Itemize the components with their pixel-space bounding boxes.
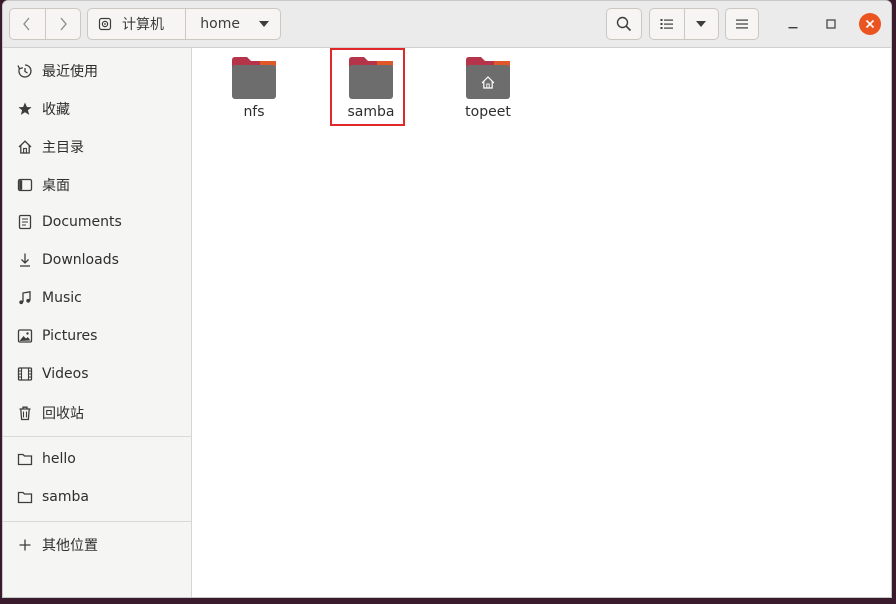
chevron-down-icon [259,21,269,27]
path-bar: 计算机 home [87,8,281,40]
header-bar: 计算机 home [3,1,891,48]
path-segment-label: home [200,16,240,32]
maximize-button[interactable] [820,13,842,35]
file-item-topeet[interactable]: topeet [443,56,533,120]
sidebar-divider [3,436,192,437]
view-options-button[interactable] [683,9,718,39]
path-segment-home[interactable]: home [186,9,280,39]
sidebar-item-label: samba [42,489,89,505]
sidebar-item-recent[interactable]: 最近使用 [3,53,192,89]
sidebar-divider [3,521,192,522]
picture-icon [17,328,33,344]
chevron-down-icon [696,21,707,27]
sidebar-item-label: 最近使用 [42,64,98,80]
sidebar-item-pictures[interactable]: Pictures [3,318,192,354]
download-icon [17,252,33,268]
clock-icon [17,63,33,79]
main-menu-button[interactable] [725,8,759,40]
file-manager-window: 计算机 home 最近使用 收藏 主目录 桌面 Documents Downlo… [2,0,892,598]
music-icon [17,290,33,306]
chevron-right-icon [60,17,67,31]
home-icon [17,139,33,155]
search-button[interactable] [606,8,642,40]
list-view-button[interactable] [650,9,684,39]
file-name: nfs [243,104,265,120]
path-segment-computer[interactable]: 计算机 [88,9,187,39]
sidebar-item-label: Music [42,290,82,306]
home-folder-icon [466,57,510,99]
desktop-icon [17,177,33,193]
sidebar-item-label: 主目录 [42,140,84,156]
minimize-button[interactable] [782,13,804,35]
star-icon [17,101,33,117]
sidebar-item-desktop[interactable]: 桌面 [3,167,192,203]
sidebar-item-starred[interactable]: 收藏 [3,91,192,127]
sidebar-item-label: hello [42,451,76,467]
chevron-left-icon [23,17,30,31]
file-name: topeet [465,104,511,120]
trash-icon [17,405,33,421]
back-button[interactable] [10,9,45,39]
search-icon [616,16,632,32]
drive-icon [98,17,112,31]
file-item-nfs[interactable]: nfs [209,56,299,120]
sidebar-item-label: Videos [42,366,89,382]
minimize-icon [788,27,798,29]
folder-icon [232,57,276,99]
selection-highlight-box [330,48,405,126]
folder-icon [17,451,33,467]
close-button[interactable] [859,13,881,35]
forward-button[interactable] [44,9,80,39]
video-icon [17,366,33,382]
plus-icon [17,537,33,553]
sidebar-item-videos[interactable]: Videos [3,356,192,392]
sidebar-item-other-locations[interactable]: 其他位置 [3,527,192,563]
navigation-buttons [9,8,81,40]
folder-icon [17,489,33,505]
document-icon [17,214,33,230]
sidebar-item-label: Documents [42,214,122,230]
list-view-icon [660,19,673,29]
sidebar: 最近使用 收藏 主目录 桌面 Documents Downloads Music… [3,48,192,597]
close-icon [865,19,875,29]
view-buttons [649,8,719,40]
sidebar-item-label: Downloads [42,252,119,268]
path-segment-label: 计算机 [122,17,164,33]
sidebar-item-label: 其他位置 [42,538,98,554]
sidebar-item-label: 收藏 [42,102,70,118]
sidebar-item-trash[interactable]: 回收站 [3,395,192,431]
sidebar-item-downloads[interactable]: Downloads [3,242,192,278]
sidebar-item-home[interactable]: 主目录 [3,129,192,165]
sidebar-item-hello[interactable]: hello [3,441,192,477]
sidebar-item-label: 回收站 [42,406,84,422]
hamburger-menu-icon [736,19,748,29]
sidebar-item-music[interactable]: Music [3,280,192,316]
file-view: nfs samba topeet [193,48,891,597]
sidebar-item-label: 桌面 [42,178,70,194]
sidebar-item-documents[interactable]: Documents [3,204,192,240]
maximize-icon [826,19,836,29]
sidebar-item-samba[interactable]: samba [3,479,192,515]
sidebar-item-label: Pictures [42,328,98,344]
